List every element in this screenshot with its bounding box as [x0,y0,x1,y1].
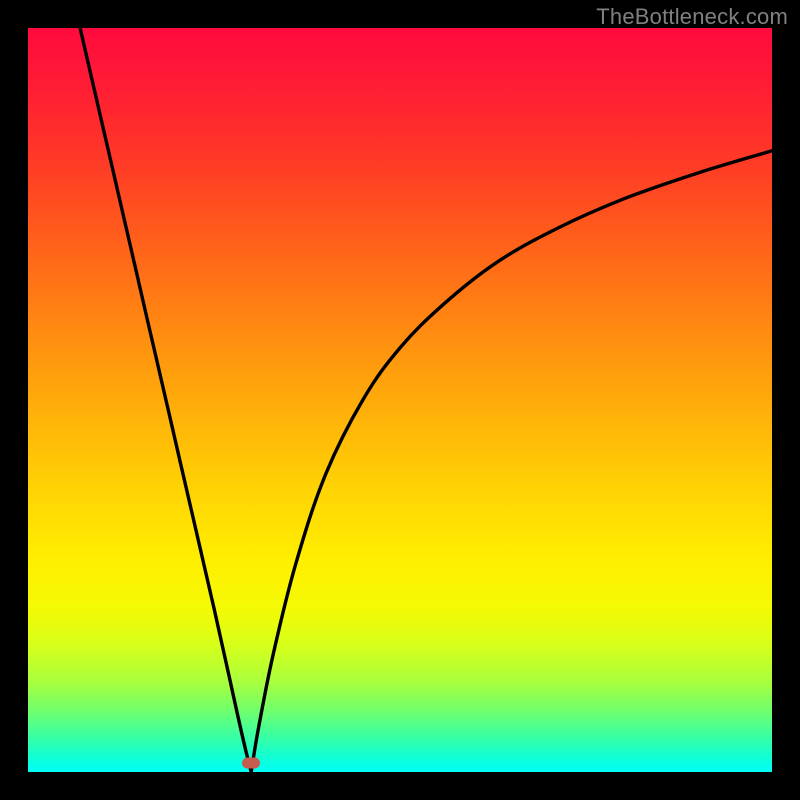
curve-path [80,28,772,772]
plot-area [28,28,772,772]
watermark-text: TheBottleneck.com [596,4,788,30]
bottleneck-curve [28,28,772,772]
chart-frame: TheBottleneck.com [0,0,800,800]
